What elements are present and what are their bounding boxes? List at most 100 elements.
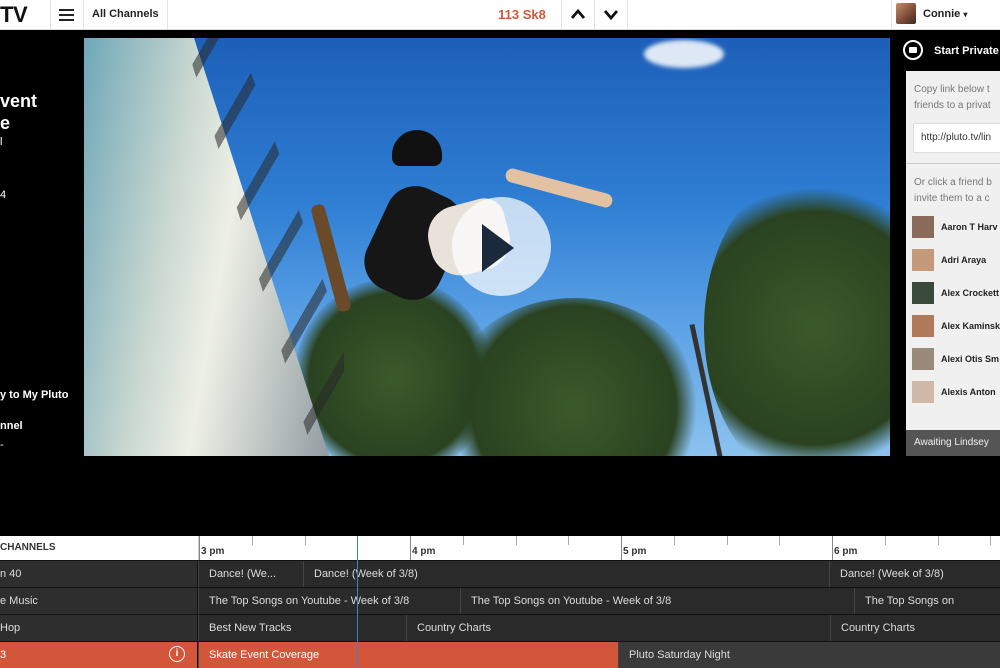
minor-tick: [252, 536, 253, 545]
avatar: [896, 3, 916, 24]
user-menu[interactable]: Connie ▾: [893, 0, 1000, 29]
video-tree: [704, 168, 890, 456]
guide-program[interactable]: Skate Event Coverage: [198, 642, 618, 668]
friend-item[interactable]: Alexi Otis Sm: [912, 346, 1000, 374]
minor-tick: [885, 536, 886, 545]
minor-tick: [779, 536, 780, 545]
chevron-up-icon: [570, 8, 586, 19]
minor-tick: [568, 536, 569, 545]
friend-item[interactable]: Alex Crockett: [912, 280, 1000, 308]
guide-program[interactable]: Country Charts: [406, 615, 830, 641]
minor-tick: [990, 536, 991, 545]
divider: [891, 0, 892, 29]
divider: [906, 163, 1000, 164]
friend-name: Alex Kaminsk: [941, 321, 1000, 331]
friend-item[interactable]: Adri Araya: [912, 247, 1000, 275]
avatar: [912, 216, 934, 238]
time-label: 3 pm: [201, 546, 225, 557]
divider: [167, 0, 168, 29]
video-cloud: [644, 40, 724, 68]
guide-channel-name[interactable]: n 40: [0, 561, 198, 587]
program-detail: 4: [0, 189, 7, 201]
channel-link[interactable]: nnel: [0, 420, 23, 432]
divider: [83, 0, 84, 29]
timeline: 3 pm 4 pm 5 pm 6 pm: [198, 536, 1000, 560]
top-bar: TV All Channels 113 Sk8 Connie ▾: [0, 0, 1000, 30]
caret-down-icon: ▾: [963, 10, 968, 19]
chevron-down-icon: [603, 10, 619, 21]
program-detail: -: [0, 439, 4, 451]
guide-program[interactable]: The Top Songs on: [854, 588, 1000, 614]
private-viewing-title: Start Private: [934, 45, 999, 57]
guide-program[interactable]: The Top Songs on Youtube - Week of 3/8: [460, 588, 854, 614]
guide-program[interactable]: Best New Tracks: [198, 615, 406, 641]
guide-row[interactable]: e Music The Top Songs on Youtube - Week o…: [0, 587, 1000, 614]
hour-tick: [410, 536, 411, 560]
program-info-panel: vent e l 4 y to My Pluto nnel -: [0, 29, 83, 459]
hour-tick: [199, 536, 200, 560]
now-indicator: [357, 536, 358, 667]
program-detail: l: [0, 136, 3, 148]
minor-tick: [463, 536, 464, 545]
channel-guide: CHANNELS 3 pm 4 pm 5 pm 6 pm n 40 Dance! (We…: [0, 536, 1000, 668]
guide-program[interactable]: Pluto Saturday Night: [618, 642, 1000, 668]
video-tree: [444, 298, 704, 456]
friend-name: Aaron T Harv: [941, 222, 998, 232]
all-channels-button[interactable]: All Channels: [92, 0, 159, 29]
guide-row[interactable]: n 40 Dance! (We... Dance! (Week of 3/8) Dan…: [0, 560, 1000, 587]
guide-program[interactable]: Dance! (Week of 3/8): [829, 561, 1000, 587]
minor-tick: [516, 536, 517, 545]
private-viewing-panel: Copy link below t friends to a privat ht…: [906, 71, 1000, 430]
menu-icon[interactable]: [52, 0, 80, 29]
chat-icon: [903, 40, 923, 60]
time-label: 4 pm: [412, 546, 436, 557]
avatar: [912, 282, 934, 304]
channels-heading: CHANNELS: [0, 542, 56, 553]
add-to-my-pluto-link[interactable]: y to My Pluto: [0, 389, 68, 401]
private-link-field[interactable]: http://pluto.tv/lin: [913, 123, 1000, 153]
private-viewing-header[interactable]: Start Private: [893, 38, 1000, 66]
awaiting-status-bar: Awaiting Lindsey: [906, 430, 1000, 456]
invite-instructions: invite them to a c: [914, 193, 990, 204]
minor-tick: [305, 536, 306, 545]
guide-channel-name[interactable]: Hop: [0, 615, 198, 641]
video-player[interactable]: [84, 38, 890, 456]
copy-instructions: friends to a privat: [914, 100, 991, 111]
program-title-line2: e: [0, 113, 11, 133]
guide-channel-name[interactable]: e Music: [0, 588, 198, 614]
avatar: [912, 249, 934, 271]
channel-down-button[interactable]: [595, 0, 627, 29]
friend-name: Adri Araya: [941, 255, 987, 265]
logo[interactable]: TV: [0, 0, 28, 29]
guide-row[interactable]: 3 i Skate Event Coverage Pluto Saturday Nig…: [0, 641, 1000, 668]
avatar: [912, 315, 934, 337]
avatar: [912, 348, 934, 370]
invite-instructions: Or click a friend b: [914, 177, 992, 188]
friend-item[interactable]: Alexis Anton: [912, 379, 1000, 407]
divider: [627, 0, 628, 29]
channel-up-button[interactable]: [562, 0, 594, 29]
time-label: 6 pm: [834, 546, 858, 557]
guide-header: CHANNELS: [0, 536, 198, 560]
user-name: Connie ▾: [923, 8, 968, 20]
time-label: 5 pm: [623, 546, 647, 557]
minor-tick: [938, 536, 939, 545]
hour-tick: [832, 536, 833, 560]
guide-program[interactable]: Dance! (We...: [198, 561, 303, 587]
minor-tick: [727, 536, 728, 545]
friend-name: Alexi Otis Sm: [941, 354, 1000, 364]
friend-item[interactable]: Aaron T Harv: [912, 214, 1000, 242]
friend-item[interactable]: Alex Kaminsk: [912, 313, 1000, 341]
divider: [50, 0, 51, 29]
guide-program[interactable]: Country Charts: [830, 615, 1000, 641]
friend-name: Alexis Anton: [941, 387, 996, 397]
guide-program[interactable]: The Top Songs on Youtube - Week of 3/8: [198, 588, 460, 614]
info-icon[interactable]: i: [169, 646, 185, 662]
program-title-line1: vent: [0, 91, 38, 111]
guide-row[interactable]: Hop Best New Tracks Country Charts Country …: [0, 614, 1000, 641]
awaiting-status: Awaiting Lindsey: [914, 437, 989, 448]
avatar: [912, 381, 934, 403]
guide-program[interactable]: Dance! (Week of 3/8): [303, 561, 829, 587]
play-icon: [482, 224, 514, 272]
copy-instructions: Copy link below t: [914, 84, 990, 95]
